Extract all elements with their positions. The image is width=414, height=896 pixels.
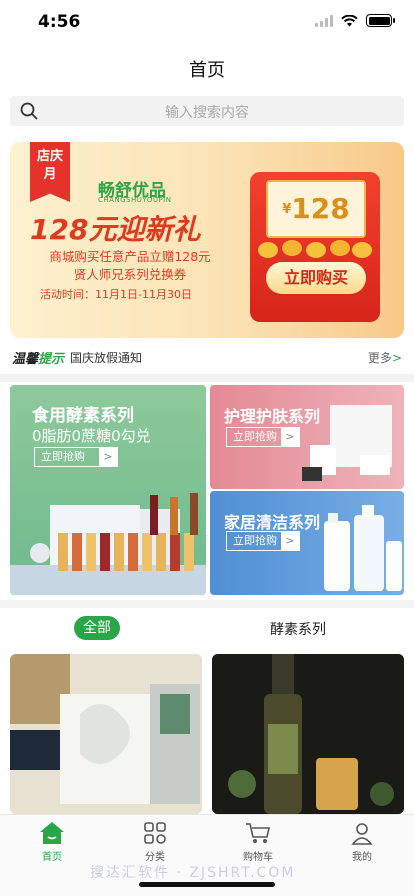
category-icon — [144, 822, 166, 844]
coupon-currency: ¥ — [282, 202, 292, 217]
home-icon — [40, 822, 64, 844]
category-tile-cleaning[interactable]: 家居清洁系列 立即抢购 > — [210, 491, 404, 595]
product-tabs: 全部 酵素系列 — [0, 610, 414, 646]
watermark: 搜达汇软件 · ZJSHRT.COM — [90, 865, 296, 881]
status-icons — [315, 14, 395, 27]
notice-bar[interactable]: 温馨提示 国庆放假通知 更多> — [0, 344, 414, 370]
banner-date: 活动时间：11月1日-11月30日 — [40, 288, 192, 301]
cleaning-products-image — [324, 505, 402, 591]
enzyme-bottles-image — [10, 493, 206, 595]
tabbar-item-cart[interactable]: 购物车 — [218, 821, 298, 863]
more-link[interactable]: 更多> — [368, 349, 402, 366]
brand-subtitle: CHANGSHUYOUPIN — [98, 196, 172, 204]
more-label: 更多 — [367, 351, 392, 365]
banner-line-1: 商城购买任意产品立赠128元 — [49, 249, 211, 264]
tabbar-label: 购物车 — [243, 852, 273, 863]
cart-icon — [246, 823, 270, 843]
product-card[interactable] — [10, 654, 202, 814]
product-card[interactable] — [212, 654, 404, 814]
coupon-amount: 128 — [291, 192, 350, 225]
notice-text[interactable]: 国庆放假通知 — [70, 349, 142, 366]
buy-now-button[interactable]: 立即购买 — [266, 262, 366, 294]
notice-badge-b: 提示 — [38, 352, 65, 367]
page-title: 首页 — [189, 60, 225, 81]
search-input[interactable]: 输入搜索内容 — [10, 102, 404, 122]
ribbon-text: 店庆月 — [37, 149, 64, 182]
notice-badge: 温馨提示 — [12, 348, 64, 367]
coins-icon — [258, 240, 372, 258]
divider — [0, 374, 414, 382]
notice-badge-a: 温馨 — [12, 352, 39, 367]
product-image — [10, 654, 202, 814]
category-tile-skincare[interactable]: 护理护肤系列 立即抢购 > — [210, 385, 404, 489]
banner-headline: 128元迎新礼 — [30, 213, 201, 246]
status-time: 4:56 — [38, 12, 81, 32]
tabbar-label: 首页 — [42, 852, 62, 863]
product-image — [212, 654, 404, 814]
wifi-icon — [341, 14, 358, 26]
tabbar-item-home[interactable]: 首页 — [12, 821, 92, 863]
divider — [0, 600, 414, 608]
search-bar[interactable]: 输入搜索内容 — [10, 96, 404, 126]
signal-icon — [315, 14, 333, 27]
tab-enzyme[interactable]: 酵素系列 — [270, 619, 326, 639]
tab-all[interactable]: 全部 — [74, 616, 120, 640]
battery-icon — [366, 14, 395, 27]
skincare-products-image — [302, 405, 392, 481]
category-tile-enzyme[interactable]: 食用酵素系列 0脂肪0蔗糖0勾兑 立即抢购 > — [10, 385, 206, 595]
promo-banner[interactable]: 店庆月 畅舒优品 CHANGSHUYOUPIN 128元迎新礼 商城购买任意产品… — [10, 142, 404, 338]
home-indicator — [139, 882, 275, 887]
status-bar: 4:56 — [0, 0, 414, 44]
coupon-card: ¥128 — [266, 180, 366, 238]
banner-line-2: 贤人师兄系列兑换券 — [73, 267, 187, 282]
tabbar-label: 我的 — [352, 852, 372, 863]
tabbar-item-category[interactable]: 分类 — [115, 821, 195, 863]
tabbar-item-profile[interactable]: 我的 — [322, 821, 402, 863]
banner-ribbon: 店庆月 — [30, 142, 70, 202]
chevron-right-icon: > — [391, 351, 402, 365]
tabbar-label: 分类 — [145, 852, 165, 863]
user-icon — [351, 823, 373, 845]
